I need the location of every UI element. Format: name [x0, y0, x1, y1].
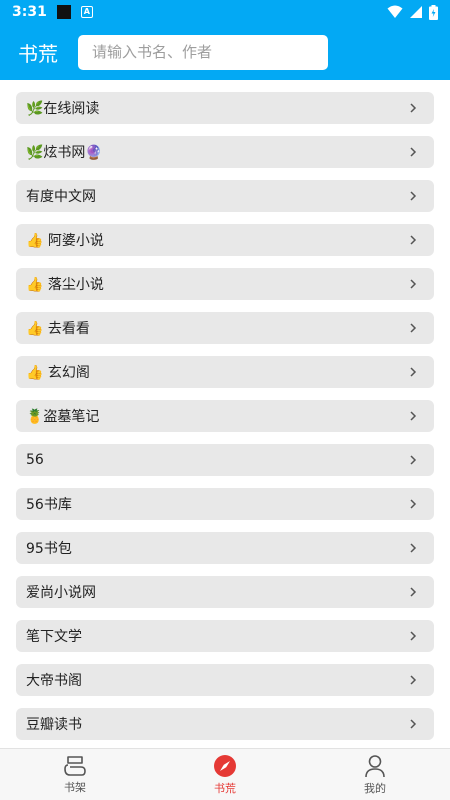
list-item[interactable]: 56	[16, 444, 434, 476]
chevron-right-icon	[410, 719, 417, 729]
nav-bookhunt-label: 书荒	[214, 781, 236, 795]
chevron-right-icon	[410, 103, 417, 113]
list-item[interactable]: 👍 玄幻阁	[16, 356, 434, 388]
status-bar: 3:31 A	[0, 0, 450, 24]
accessibility-notification-icon: A	[80, 6, 93, 18]
list-item[interactable]: 🌿在线阅读	[16, 92, 434, 124]
nav-mine-label: 我的	[364, 781, 386, 795]
chevron-right-icon	[410, 279, 417, 289]
chevron-right-icon	[410, 235, 417, 245]
list-item[interactable]: 大帝书阁	[16, 664, 434, 696]
list-item-label: 有度中文网	[26, 189, 96, 205]
compass-icon	[214, 754, 236, 777]
search-input[interactable]	[78, 34, 328, 70]
list-item-label: 🌿在线阅读	[26, 101, 100, 117]
list-item-label: 豆瓣读书	[26, 717, 82, 733]
list-item-label: 爱尚小说网	[26, 585, 96, 601]
notification-icon	[56, 5, 71, 19]
chevron-right-icon	[410, 411, 417, 421]
wifi-icon	[387, 5, 403, 18]
chevron-right-icon	[410, 147, 417, 157]
app-bar: 书荒	[0, 24, 450, 80]
list-item-label: 大帝书阁	[26, 673, 82, 689]
list-item[interactable]: 👍 落尘小说	[16, 268, 434, 300]
list-item[interactable]: 👍 阿婆小说	[16, 224, 434, 256]
nav-mine[interactable]: 我的	[300, 749, 450, 800]
chevron-right-icon	[410, 455, 417, 465]
list-item-label: 🍍盗墓笔记	[26, 409, 100, 425]
bookshelf-icon	[64, 755, 86, 776]
list-item[interactable]: 有度中文网	[16, 180, 434, 212]
list-item-label: 56	[26, 452, 44, 468]
list-item-label: 👍 去看看	[26, 321, 90, 337]
battery-icon	[429, 4, 438, 20]
list-item[interactable]: 👍 去看看	[16, 312, 434, 344]
chevron-right-icon	[410, 367, 417, 377]
nav-bookshelf-label: 书架	[64, 780, 86, 794]
page-title: 书荒	[18, 41, 58, 66]
status-time: 3:31	[12, 4, 47, 20]
chevron-right-icon	[410, 499, 417, 509]
chevron-right-icon	[410, 587, 417, 597]
list-item[interactable]: 56书库	[16, 488, 434, 520]
nav-bookhunt[interactable]: 书荒	[150, 749, 300, 800]
cellular-signal-icon	[410, 6, 422, 18]
list-item-label: 👍 阿婆小说	[26, 233, 104, 249]
list-item-label: 95书包	[26, 541, 72, 557]
list-item-label: 笔下文学	[26, 629, 82, 645]
list-item[interactable]: 🍍盗墓笔记	[16, 400, 434, 432]
list-item-label: 56书库	[26, 497, 72, 513]
list-item-label: 🌿炫书网🔮	[26, 145, 103, 161]
chevron-right-icon	[410, 631, 417, 641]
chevron-right-icon	[410, 323, 417, 333]
bottom-nav: 书架 书荒 我的	[0, 748, 450, 800]
chevron-right-icon	[410, 191, 417, 201]
list-item-label: 👍 玄幻阁	[26, 365, 90, 381]
list-item[interactable]: 爱尚小说网	[16, 576, 434, 608]
chevron-right-icon	[410, 675, 417, 685]
person-icon	[365, 754, 385, 777]
list-item[interactable]: 豆瓣读书	[16, 708, 434, 740]
list-item[interactable]: 笔下文学	[16, 620, 434, 652]
source-list: 🌿在线阅读 🌿炫书网🔮 有度中文网 👍 阿婆小说 👍 落尘小说 👍 去看看 👍 …	[0, 80, 450, 748]
list-item-label: 👍 落尘小说	[26, 277, 104, 293]
list-item[interactable]: 95书包	[16, 532, 434, 564]
chevron-right-icon	[410, 543, 417, 553]
nav-bookshelf[interactable]: 书架	[0, 749, 150, 800]
list-item[interactable]: 🌿炫书网🔮	[16, 136, 434, 168]
